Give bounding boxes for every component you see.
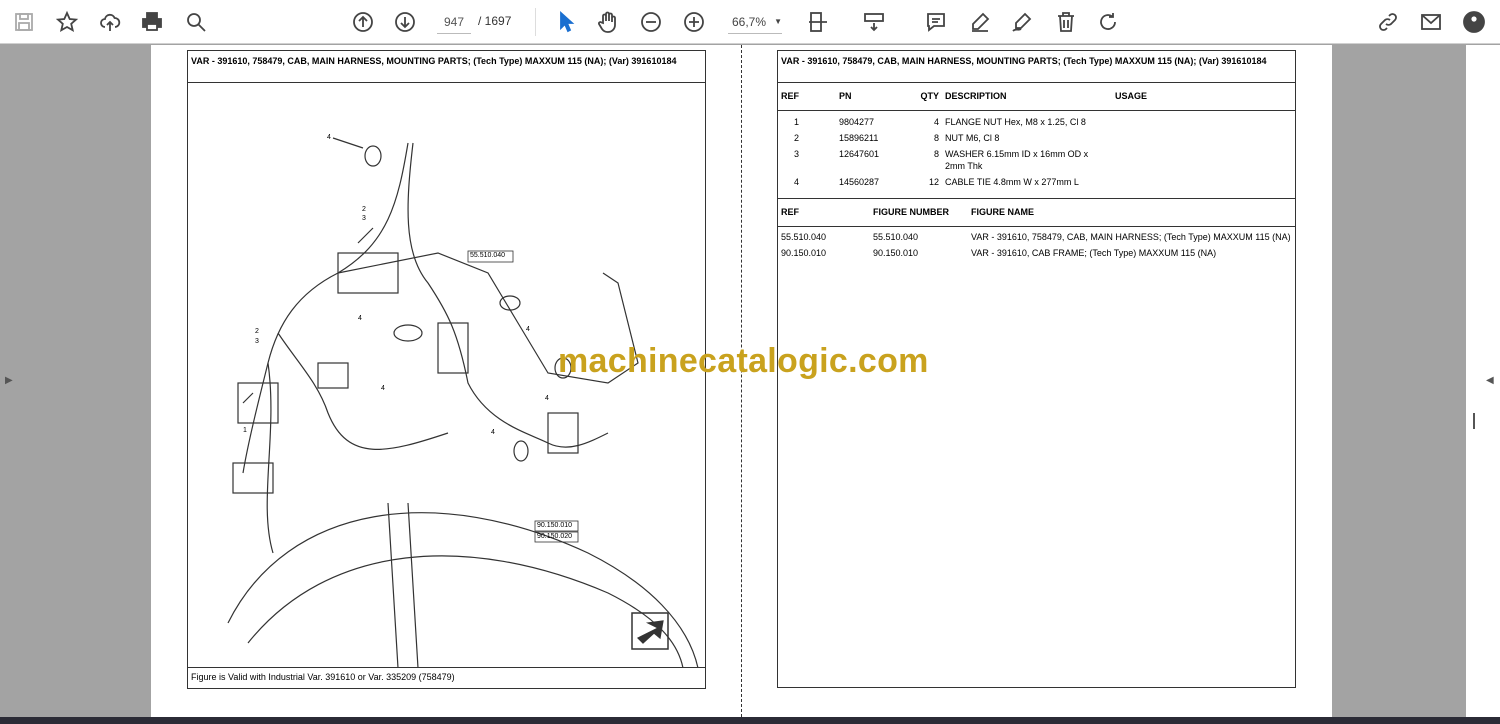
col-ref: REF	[781, 91, 799, 102]
table-row: 1 9804277 4 FLANGE NUT Hex, M8 x 1.25, Cl 8	[778, 114, 1295, 130]
table-row: 2 15896211 8 NUT M6, Cl 8	[778, 130, 1295, 146]
figure-ref-link[interactable]: 55.510.040	[778, 229, 870, 245]
zoom-in-icon[interactable]	[680, 8, 708, 36]
select-cursor-icon[interactable]	[552, 8, 580, 36]
callout-label: 3	[362, 215, 366, 222]
page-number-input[interactable]: 947	[437, 10, 471, 34]
usage	[1112, 146, 1295, 174]
zoom-select[interactable]: 66,7% ▼	[728, 10, 782, 34]
upload-cloud-icon[interactable]	[96, 8, 124, 36]
left-panel-toggle-icon[interactable]: ▶	[5, 375, 13, 386]
scrollbar-thumb[interactable]	[1473, 413, 1475, 429]
pn: 12647601	[839, 149, 880, 159]
col-figure-name: FIGURE NAME	[971, 207, 1034, 218]
figure-footer: Figure is Valid with Industrial Var. 391…	[188, 667, 705, 688]
previous-page-icon[interactable]	[349, 8, 377, 36]
find-icon[interactable]	[182, 8, 210, 36]
toolbar: 947 / 1697 66,7% ▼	[0, 0, 1500, 44]
figures-table: REF FIGURE NUMBER FIGURE NAME 55.510.040 55…	[778, 199, 1295, 261]
figure-name: VAR - 391610, 758479, CAB, MAIN HARNESS;…	[971, 232, 1291, 242]
callout-label: 90.150.010	[537, 522, 573, 529]
right-sidebar: ◀	[1466, 45, 1500, 717]
chevron-down-icon: ▼	[774, 17, 782, 26]
delete-icon[interactable]	[1052, 8, 1080, 36]
ref: 1	[794, 117, 800, 127]
callout-label: 3	[255, 338, 259, 345]
pn: 15896211	[839, 133, 879, 143]
parts-table: REF PN QTY DESCRIPTION USAGE 1 9804277 4 FLANGE…	[778, 83, 1295, 199]
callout-label: 4	[526, 326, 530, 333]
description: WASHER 6.15mm ID x 16mm OD x 2mm Thk	[945, 149, 1089, 171]
table-row: 3 12647601 8 WASHER 6.15mm ID x 16mm OD x 2…	[778, 146, 1295, 174]
callout-label: 4	[358, 315, 362, 322]
right-panel-toggle-icon[interactable]: ◀	[1486, 375, 1494, 386]
callout-label: 1	[243, 427, 247, 434]
save-icon[interactable]	[10, 8, 38, 36]
toolbar-divider	[535, 8, 536, 36]
callout-label: 2	[255, 328, 259, 335]
ref: 4	[794, 177, 800, 187]
highlight-icon[interactable]	[966, 8, 994, 36]
callout-label: 4	[327, 134, 331, 141]
callout-label: 2	[362, 206, 366, 213]
col-description: DESCRIPTION	[945, 91, 1007, 102]
pn: 14560287	[839, 177, 880, 187]
qty: 4	[933, 117, 939, 127]
ref: 2	[794, 133, 800, 143]
col-pn: PN	[839, 91, 852, 102]
usage	[1112, 114, 1295, 130]
hand-tool-icon[interactable]	[594, 8, 622, 36]
qty: 8	[933, 133, 939, 143]
fit-page-icon[interactable]	[804, 8, 832, 36]
figure-ref-link[interactable]: 90.150.010	[778, 245, 870, 261]
rotate-icon[interactable]	[1094, 8, 1122, 36]
scroll-mode-icon[interactable]	[860, 8, 888, 36]
description: NUT M6, Cl 8	[945, 133, 1000, 143]
taskbar-edge	[0, 717, 1500, 724]
description: CABLE TIE 4.8mm W x 277mm L	[945, 177, 1079, 187]
figure-number: 90.150.010	[873, 248, 919, 258]
page-divider	[741, 45, 742, 717]
bookmark-star-icon[interactable]	[53, 8, 81, 36]
figure-title: VAR - 391610, 758479, CAB, MAIN HARNESS,…	[188, 51, 705, 83]
share-link-icon[interactable]	[1374, 8, 1402, 36]
figure-name: VAR - 391610, CAB FRAME; (Tech Type) MAX…	[971, 248, 1217, 258]
print-icon[interactable]	[138, 8, 166, 36]
sign-icon[interactable]	[1008, 8, 1036, 36]
col-usage: USAGE	[1115, 91, 1148, 102]
ref: 3	[794, 149, 800, 159]
callout-label: 55.510.040	[470, 252, 506, 259]
watermark: machinecatalogic.com	[558, 342, 929, 380]
usage	[1112, 130, 1295, 146]
next-page-icon[interactable]	[391, 8, 419, 36]
description: FLANGE NUT Hex, M8 x 1.25, Cl 8	[945, 117, 1086, 127]
col-qty: QTY	[920, 91, 939, 102]
table-row: 90.150.010 90.150.010 VAR - 391610, CAB FR…	[778, 245, 1295, 261]
table-row: 4 14560287 12 CABLE TIE 4.8mm W x 277mm L	[778, 174, 1295, 199]
page-total: / 1697	[478, 14, 512, 28]
col-ref: REF	[781, 207, 799, 218]
table-row: 55.510.040 55.510.040 VAR - 391610, 758479…	[778, 229, 1295, 245]
zoom-value: 66,7%	[732, 15, 767, 29]
callout-label: 4	[545, 395, 549, 402]
col-figure-number: FIGURE NUMBER	[873, 207, 949, 218]
comment-icon[interactable]	[922, 8, 950, 36]
pn: 9804277	[839, 117, 875, 127]
account-icon[interactable]	[1460, 8, 1488, 36]
figure-number: 55.510.040	[873, 232, 919, 242]
zoom-out-icon[interactable]	[637, 8, 665, 36]
parts-title: VAR - 391610, 758479, CAB, MAIN HARNESS,…	[778, 51, 1295, 83]
qty: 12	[928, 177, 939, 187]
qty: 8	[933, 149, 939, 159]
callout-label: 4	[491, 429, 495, 436]
callout-label: 4	[381, 385, 385, 392]
callout-label: 90.150.020	[537, 533, 573, 540]
email-icon[interactable]	[1417, 8, 1445, 36]
usage	[1112, 174, 1295, 199]
